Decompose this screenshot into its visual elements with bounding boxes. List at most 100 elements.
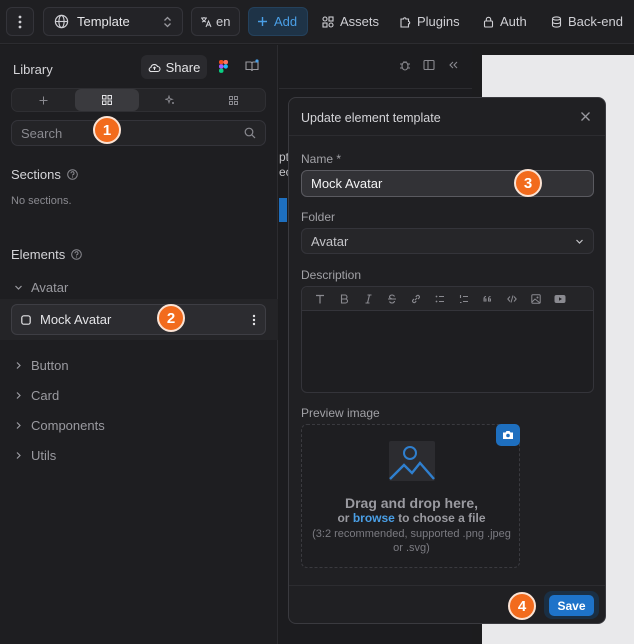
panel-toolbar (399, 59, 459, 71)
panel-blue-fragment (279, 198, 287, 222)
tree-group-label: Components (31, 418, 105, 433)
folder-select[interactable]: Avatar (301, 228, 594, 254)
step-badge-4: 4 (508, 592, 536, 620)
plugins-label: Plugins (417, 14, 460, 29)
sections-title: Sections (11, 167, 61, 182)
collapse-icon[interactable] (447, 59, 459, 71)
figma-icon[interactable] (219, 60, 228, 73)
name-field[interactable]: Mock Avatar (301, 170, 594, 197)
translate-icon (201, 16, 212, 27)
search-input[interactable] (21, 125, 244, 141)
dropzone-hint-line: or .svg) (393, 542, 430, 554)
move-icon (39, 96, 48, 104)
library-panel: Library Share Sections No sections. Elem… (0, 45, 278, 644)
tree-group-utils[interactable]: Utils (14, 448, 56, 463)
language-button[interactable]: en (191, 7, 240, 36)
tree-group-card[interactable]: Card (14, 388, 59, 403)
sections-heading: Sections (11, 167, 78, 182)
assets-label: Assets (340, 14, 380, 29)
text-style-icon[interactable] (308, 287, 332, 311)
main-menu-button[interactable] (6, 7, 34, 36)
camera-icon (503, 431, 513, 439)
template-selector[interactable]: Template (43, 7, 183, 36)
quote-icon[interactable] (476, 287, 500, 311)
book-icon[interactable] (245, 59, 259, 72)
puzzle-icon (400, 16, 411, 28)
help-icon[interactable] (67, 169, 78, 180)
plus-icon (258, 17, 267, 26)
tab-elements[interactable] (75, 89, 139, 111)
browse-link[interactable]: browse (353, 511, 395, 525)
assets-icon (322, 15, 334, 28)
tree-group-components[interactable]: Components (14, 418, 105, 433)
plugins-button[interactable]: Plugins (399, 7, 460, 36)
element-item-mock-avatar[interactable]: Mock Avatar (11, 304, 266, 335)
ordered-list-icon[interactable] (452, 287, 476, 311)
strikethrough-icon[interactable] (380, 287, 404, 311)
dropzone-hint-line: (3:2 recommended, supported .png .jpeg (312, 528, 511, 540)
help-icon[interactable] (71, 249, 83, 260)
camera-button[interactable] (496, 424, 520, 446)
no-sections-text: No sections. (11, 195, 72, 207)
template-label: Template (77, 14, 130, 29)
bug-icon[interactable] (399, 59, 411, 71)
image-icon[interactable] (524, 287, 548, 311)
chevron-right-icon (16, 392, 21, 399)
tab-layout[interactable] (12, 89, 75, 111)
language-label: en (216, 14, 231, 29)
square-icon (21, 314, 31, 325)
code-icon[interactable] (500, 287, 524, 311)
tree-group-button[interactable]: Button (14, 358, 69, 373)
description-label: Description (301, 268, 362, 282)
editor-toolbar (302, 287, 593, 311)
globe-icon (54, 14, 69, 29)
sidebar-icon[interactable] (423, 59, 435, 71)
close-icon[interactable] (580, 111, 591, 122)
backend-label: Back-end (568, 14, 623, 29)
chevron-right-icon (16, 362, 21, 369)
lock-icon (483, 16, 494, 28)
dialog-title: Update element template (301, 111, 441, 125)
chevron-down-icon (15, 285, 22, 290)
name-label: Name * (301, 152, 341, 166)
bold-icon[interactable] (332, 287, 356, 311)
library-title: Library (13, 62, 53, 77)
required-marker: * (336, 152, 342, 166)
assets-button[interactable]: Assets (322, 7, 379, 36)
share-button[interactable]: Share (141, 55, 207, 79)
backend-button[interactable]: Back-end (551, 7, 623, 36)
dropzone-or: or (337, 511, 350, 525)
dialog-header: Update element template (289, 98, 605, 136)
dropzone-subtitle: or browse to choose a file (302, 511, 521, 525)
kebab-icon (18, 15, 22, 28)
italic-icon[interactable] (356, 287, 380, 311)
update-template-dialog: Update element template Name * Mock Avat… (288, 97, 606, 624)
search-icon (244, 127, 256, 139)
database-icon (551, 15, 562, 28)
image-dropzone[interactable]: Drag and drop here, or browse to choose … (301, 424, 520, 568)
share-label: Share (165, 59, 201, 75)
tab-blocks[interactable] (202, 89, 265, 111)
step-badge-1: 1 (93, 116, 121, 144)
tab-ai[interactable] (139, 89, 202, 111)
components-icon (101, 95, 112, 105)
tree-group-label: Button (31, 358, 69, 373)
panel-divider (279, 88, 472, 89)
folder-value: Avatar (311, 233, 349, 249)
add-button[interactable]: Add (248, 7, 308, 36)
step-badge-3: 3 (514, 169, 542, 197)
youtube-icon[interactable] (548, 287, 572, 311)
tree-group-label: Utils (31, 448, 57, 463)
tree-group-avatar[interactable]: Avatar (14, 280, 68, 295)
chevron-down-icon (576, 239, 583, 244)
save-button[interactable]: Save (549, 595, 594, 616)
add-label: Add (274, 14, 298, 29)
more-vertical-icon[interactable] (252, 314, 256, 326)
tree-group-label: Avatar (31, 280, 69, 295)
auth-button[interactable]: Auth (483, 7, 527, 36)
grid-icon (228, 95, 238, 105)
link-icon[interactable] (404, 287, 428, 311)
bullet-list-icon[interactable] (428, 287, 452, 311)
dropzone-title: Drag and drop here, (344, 495, 479, 511)
folder-label: Folder (301, 210, 336, 224)
